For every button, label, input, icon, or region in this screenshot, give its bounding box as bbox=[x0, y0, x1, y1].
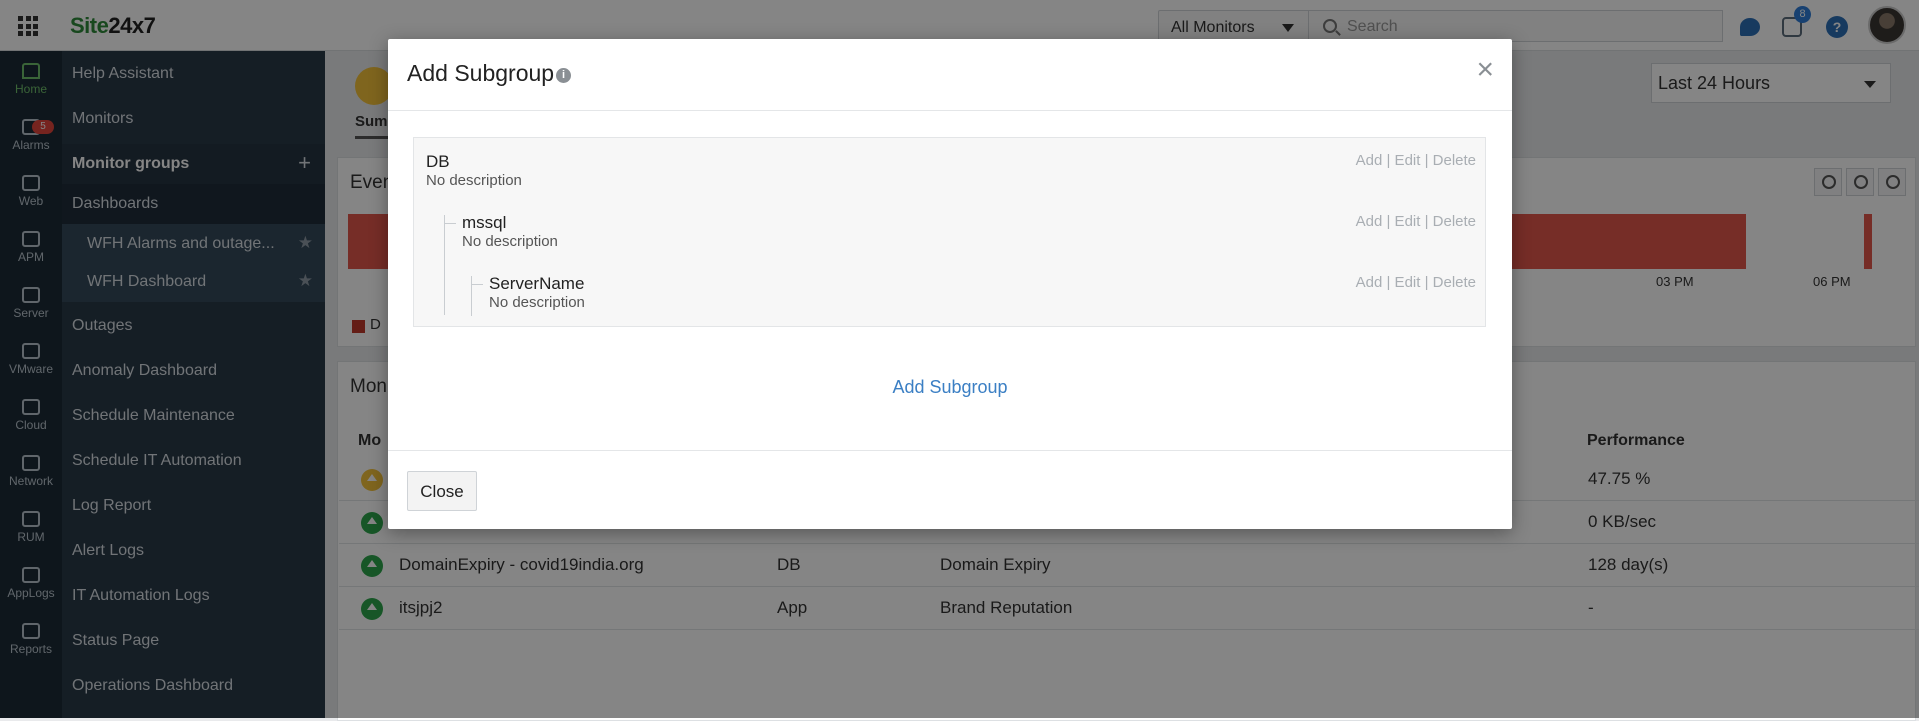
tree-connector bbox=[471, 284, 483, 285]
node-description: No description bbox=[489, 294, 585, 311]
tree-connector bbox=[471, 276, 472, 316]
close-button[interactable]: Close bbox=[407, 471, 477, 511]
dialog-header: Add Subgroup i × bbox=[388, 39, 1512, 111]
add-subgroup-dialog: Add Subgroup i × DB No description Add |… bbox=[388, 39, 1512, 529]
tree-node-db: DB No description Add | Edit | Delete bbox=[414, 138, 1485, 198]
add-subgroup-link[interactable]: Add Subgroup bbox=[388, 377, 1512, 398]
tree-connector bbox=[444, 223, 456, 224]
tree-node-servername: ServerName No description Add | Edit | D… bbox=[414, 260, 1485, 320]
node-name: mssql bbox=[462, 213, 507, 232]
node-description: No description bbox=[462, 233, 558, 250]
node-actions[interactable]: Add | Edit | Delete bbox=[1356, 213, 1476, 230]
node-name: ServerName bbox=[489, 274, 585, 293]
node-actions[interactable]: Add | Edit | Delete bbox=[1356, 274, 1476, 291]
close-icon[interactable]: × bbox=[1476, 55, 1494, 85]
dialog-title: Add Subgroup bbox=[407, 60, 555, 86]
node-actions[interactable]: Add | Edit | Delete bbox=[1356, 152, 1476, 169]
add-subgroup-link-text[interactable]: Add Subgroup bbox=[892, 377, 1007, 397]
dialog-footer: Close bbox=[388, 450, 1512, 529]
node-description: No description bbox=[426, 172, 522, 189]
info-icon[interactable]: i bbox=[556, 68, 571, 83]
node-name: DB bbox=[426, 152, 450, 171]
tree-connector bbox=[444, 215, 445, 315]
subgroup-tree: DB No description Add | Edit | Delete ms… bbox=[413, 137, 1486, 327]
tree-node-mssql: mssql No description Add | Edit | Delete bbox=[414, 199, 1485, 259]
